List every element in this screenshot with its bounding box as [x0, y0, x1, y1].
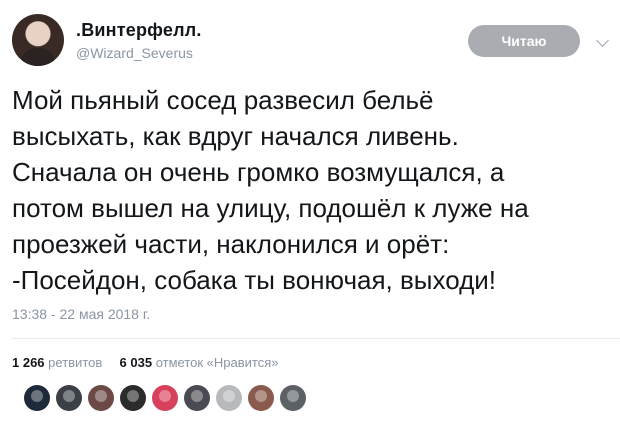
- liker-avatar-icon[interactable]: [152, 385, 178, 411]
- tweet-stats: 1 266 ретвитов 6 035 отметок «Нравится»: [12, 355, 279, 370]
- liker-avatar-icon[interactable]: [88, 385, 114, 411]
- tweet-text-line: -Посейдон, собака ты вонючая, выходи!: [12, 265, 496, 295]
- author-avatar[interactable]: [12, 14, 64, 66]
- likes-label[interactable]: отметок «Нравится»: [156, 355, 279, 370]
- retweets-count[interactable]: 1 266: [12, 355, 45, 370]
- tweet-text: Мой пьяный сосед развесил бельё высыхать…: [12, 82, 616, 298]
- author-display-name[interactable]: .Винтерфелл.: [76, 20, 202, 41]
- liker-avatar-icon[interactable]: [56, 385, 82, 411]
- tweet-text-line: потом вышел на улицу, подошёл к луже на: [12, 193, 529, 223]
- divider: [12, 338, 620, 339]
- liker-avatars: [24, 385, 306, 411]
- tweet-text-line: проезжей части, наклонился и орёт:: [12, 229, 450, 259]
- tweet-timestamp[interactable]: 13:38 - 22 мая 2018 г.: [12, 306, 150, 322]
- liker-avatar-icon[interactable]: [120, 385, 146, 411]
- liker-avatar-icon[interactable]: [216, 385, 242, 411]
- liker-avatar-icon[interactable]: [280, 385, 306, 411]
- retweets-label[interactable]: ретвитов: [48, 355, 102, 370]
- tweet-text-line: Сначала он очень громко возмущался, а: [12, 157, 505, 187]
- tweet-text-line: Мой пьяный сосед развесил бельё: [12, 85, 434, 115]
- author-handle[interactable]: @Wizard_Severus: [76, 45, 193, 61]
- tweet-text-line: высыхать, как вдруг начался ливень.: [12, 121, 459, 151]
- likes-count[interactable]: 6 035: [120, 355, 153, 370]
- liker-avatar-icon[interactable]: [184, 385, 210, 411]
- chevron-down-icon[interactable]: [596, 34, 609, 47]
- liker-avatar-icon[interactable]: [248, 385, 274, 411]
- following-button[interactable]: Читаю: [468, 25, 580, 57]
- liker-avatar-icon[interactable]: [24, 385, 50, 411]
